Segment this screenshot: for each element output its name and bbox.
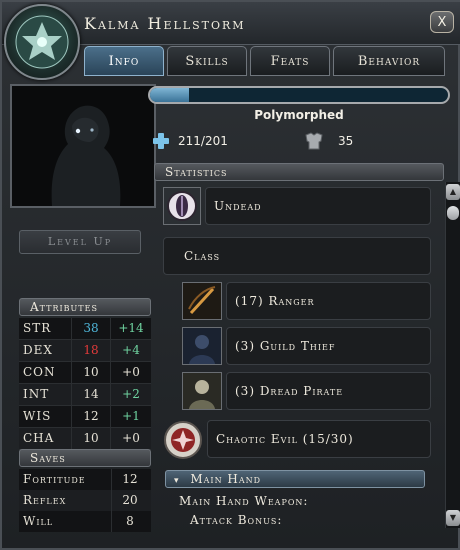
hit-point-bar <box>148 86 450 104</box>
character-name: Kalma Hellstorm <box>84 14 246 33</box>
save-value: 12 <box>111 469 148 490</box>
attribute-name: WIS <box>23 409 52 423</box>
save-name: Fortitude <box>23 472 86 486</box>
attribute-name: CON <box>23 365 56 379</box>
hit-points-display: 211/201 <box>152 132 228 150</box>
tab-skills[interactable]: Skills <box>167 46 247 76</box>
class-icon-box-ranger <box>182 282 222 320</box>
collapse-arrow-icon: ▾ <box>174 476 180 486</box>
save-value: 8 <box>111 511 148 532</box>
save-row-will: Will 8 <box>19 511 151 532</box>
class-header-card: Class <box>163 237 431 275</box>
attribute-modifier: +4 <box>110 340 151 361</box>
attribute-name: DEX <box>23 343 53 357</box>
attack-bonus-label: Attack Bonus: <box>190 513 283 527</box>
main-hand-header[interactable]: ▾ Main Hand <box>165 470 425 488</box>
attribute-row-con: CON 10 +0 <box>19 362 151 384</box>
attribute-value: 12 <box>71 406 110 427</box>
alignment-card[interactable]: Chaotic Evil (15/30) <box>207 420 431 458</box>
attribute-row-dex: DEX 18 +4 <box>19 340 151 362</box>
saves-table: Fortitude 12 Reflex 20 Will 8 <box>19 469 151 532</box>
scroll-up-icon[interactable]: ▲ <box>446 184 460 200</box>
scroll-thumb[interactable] <box>447 206 459 220</box>
save-row-fortitude: Fortitude 12 <box>19 469 151 490</box>
attribute-value: 38 <box>71 318 110 339</box>
statistics-header: Statistics <box>154 163 444 181</box>
saves-header: Saves <box>19 449 151 467</box>
attribute-row-str: STR 38 +14 <box>19 318 151 340</box>
armor-class-display: 35 <box>304 132 353 150</box>
race-icon-box <box>163 187 201 225</box>
condition-label: Polymorphed <box>254 108 344 122</box>
attribute-modifier: +14 <box>110 318 151 339</box>
save-row-reflex: Reflex 20 <box>19 490 151 511</box>
tab-feats[interactable]: Feats <box>250 46 330 76</box>
attribute-modifier: +2 <box>110 384 151 405</box>
attribute-name: STR <box>23 321 52 335</box>
save-name: Will <box>23 514 54 528</box>
alignment-emblem-icon <box>164 421 202 459</box>
save-value: 20 <box>111 490 148 511</box>
health-cross-icon <box>153 133 169 149</box>
tab-info[interactable]: Info <box>84 46 164 76</box>
class-card-guild-thief[interactable]: (3) Guild Thief <box>226 327 431 365</box>
scroll-down-icon[interactable]: ▼ <box>446 510 460 526</box>
attribute-value: 10 <box>71 428 110 449</box>
thief-portrait-icon <box>183 328 221 364</box>
class-icon-box-dread-pirate <box>182 372 222 410</box>
class-card-dread-pirate[interactable]: (3) Dread Pirate <box>226 372 431 410</box>
attribute-name: INT <box>23 387 50 401</box>
level-up-button[interactable]: Level Up <box>19 230 141 254</box>
class-icon-box-guild-thief <box>182 327 222 365</box>
class-card-ranger[interactable]: (17) Ranger <box>226 282 431 320</box>
attribute-modifier: +0 <box>110 362 151 383</box>
statistics-scrollbar[interactable]: ▲ ▼ <box>445 182 460 528</box>
armor-class-value: 35 <box>338 134 354 148</box>
attribute-row-wis: WIS 12 +1 <box>19 406 151 428</box>
undead-race-icon <box>167 191 197 221</box>
attributes-table: STR 38 +14 DEX 18 +4 CON 10 +0 INT 14 +2… <box>19 318 151 450</box>
tab-behavior[interactable]: Behavior <box>333 46 445 76</box>
attribute-value: 14 <box>71 384 110 405</box>
attribute-modifier: +0 <box>110 428 151 449</box>
pirate-portrait-icon <box>183 373 221 409</box>
attribute-value: 10 <box>71 362 110 383</box>
attribute-row-int: INT 14 +2 <box>19 384 151 406</box>
hit-points-value: 211/201 <box>178 134 228 148</box>
attributes-header: Attributes <box>19 298 151 316</box>
character-sheet-window: Kalma Hellstorm X Info Skills Feats Beha… <box>0 0 460 550</box>
hit-point-fill <box>150 88 189 102</box>
attribute-row-cha: CHA 10 +0 <box>19 428 151 450</box>
bow-icon <box>183 283 221 319</box>
guild-crest-icon <box>4 4 80 80</box>
race-card[interactable]: Undead <box>205 187 431 225</box>
save-name: Reflex <box>23 493 67 507</box>
armor-chestplate-icon <box>305 132 323 150</box>
main-hand-header-label: Main Hand <box>190 472 262 486</box>
close-button[interactable]: X <box>430 11 454 33</box>
attribute-modifier: +1 <box>110 406 151 427</box>
attribute-name: CHA <box>23 431 55 445</box>
main-hand-weapon-label: Main Hand Weapon: <box>179 494 309 508</box>
character-portrait <box>10 84 156 208</box>
attribute-value: 18 <box>71 340 110 361</box>
